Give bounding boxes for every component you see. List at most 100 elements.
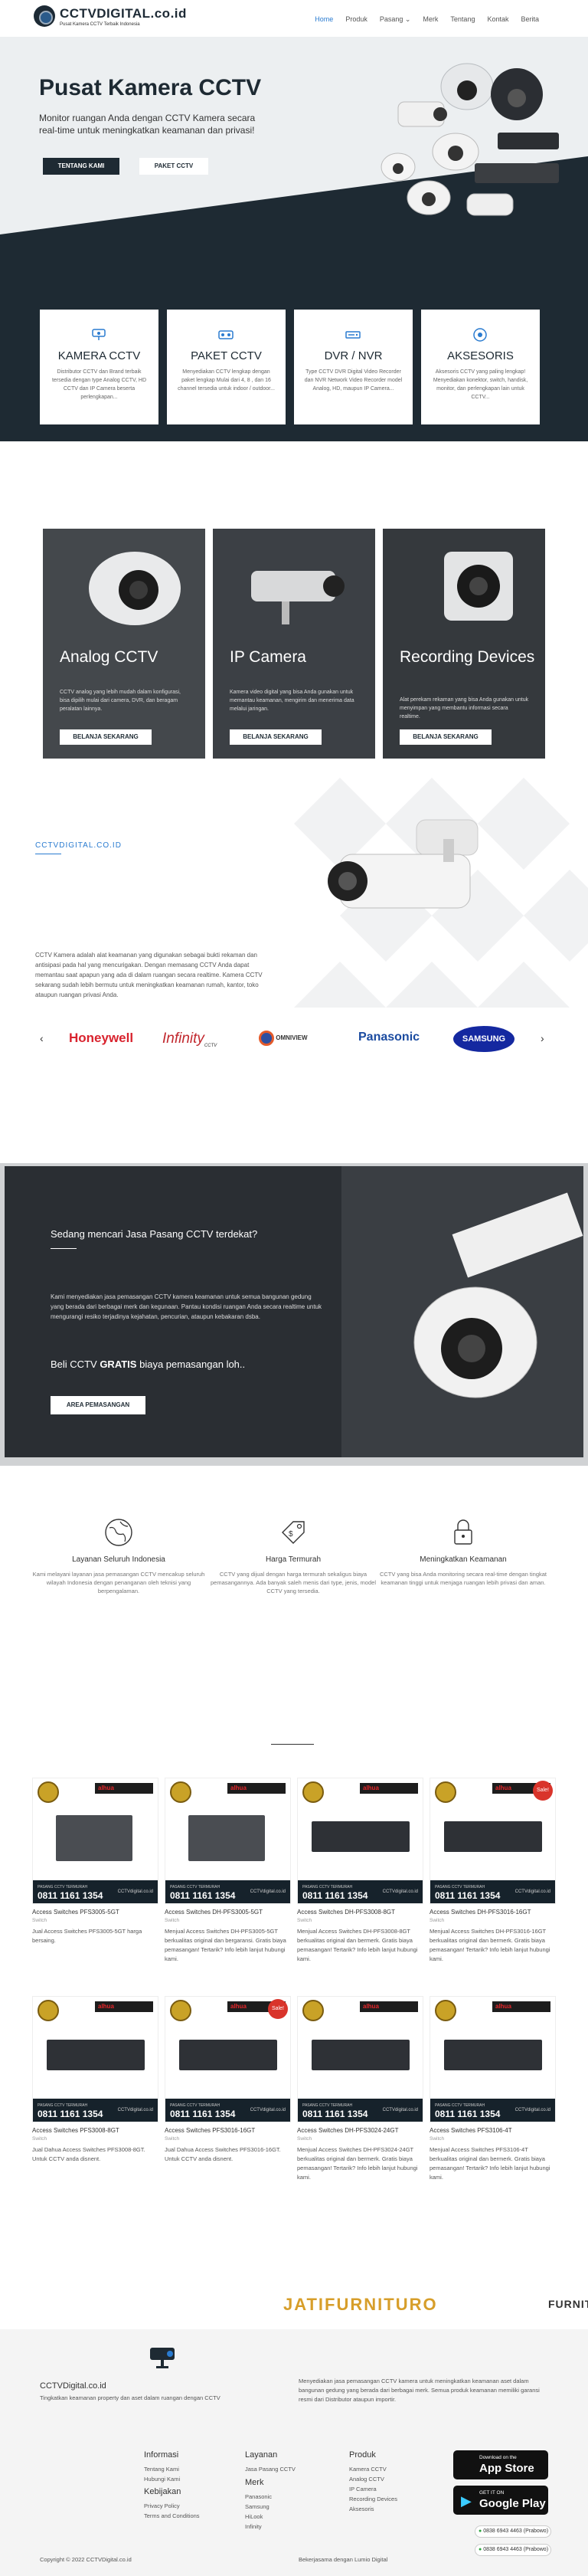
footer-link[interactable]: Privacy Policy (144, 2501, 200, 2511)
category-card-paket[interactable]: PAKET CCTV Menyediakan CCTV lengkap deng… (167, 310, 286, 424)
product-category-ip[interactable]: IP Camera Kamera video digital yang bisa… (213, 529, 375, 759)
installation-banner: Sedang mencari Jasa Pasang CCTV terdekat… (0, 1163, 588, 1466)
nav-merk[interactable]: Merk (423, 15, 438, 24)
promo-website: CCTVdigital.co.id (250, 1889, 286, 1894)
product-name[interactable]: Access Switches DH-PFS3008-8GT (297, 1909, 423, 1916)
product-card[interactable]: alhua PASANG CCTV TERMURAH 0811 1161 1354 C… (165, 1996, 291, 2211)
promo-phone: 0811 1161 1354 (302, 1890, 368, 1901)
brand-omniview[interactable]: OMNIVIEW (259, 1031, 308, 1046)
footer-about: Menyediakan jasa pemasangan CCTV kamera … (299, 2378, 540, 2403)
partner-logo[interactable]: JATIFURNITURO (283, 2295, 438, 2315)
product-card[interactable]: alhua PASANG CCTV TERMURAH 0811 1161 1354 C… (297, 1778, 423, 1992)
product-card[interactable]: alhua PASANG CCTV TERMURAH 0811 1161 1354 C… (430, 1996, 556, 2211)
footer-link[interactable]: IP Camera (349, 2484, 397, 2494)
about-brand-label: CCTVDIGITAL.CO.ID (35, 841, 122, 850)
product-desc: Menjual Access Switches PFS3106-4T berku… (430, 2146, 550, 2181)
product-card[interactable]: alhua PASANG CCTV TERMURAH 0811 1161 1354 C… (297, 1996, 423, 2211)
promo-tagline: PASANG CCTV TERMURAH (38, 2103, 88, 2108)
paket-cctv-button[interactable]: PAKET CCTV (139, 158, 208, 175)
shop-now-button[interactable]: BELANJA SEKARANG (60, 729, 152, 745)
shop-now-button[interactable]: BELANJA SEKARANG (400, 729, 492, 745)
product-desc: Menjual Access Switches DH-PFS3005-5GT b… (165, 1928, 286, 1962)
footer-link[interactable]: Samsung (245, 2502, 272, 2512)
product-image[interactable]: alhua PASANG CCTV TERMURAH 0811 1161 1354 C… (430, 1996, 556, 2122)
product-image[interactable]: alhua PASANG CCTV TERMURAH 0811 1161 1354 C… (32, 1778, 158, 1904)
app-store-button[interactable]: Download on the App Store (453, 2450, 548, 2479)
nav-berita[interactable]: Berita (521, 15, 539, 24)
google-play-button[interactable]: ▶ GET IT ON Google Play (453, 2486, 548, 2515)
product-name[interactable]: Access Switches PFS3008-8GT (32, 2127, 158, 2134)
product-image[interactable]: alhua PASANG CCTV TERMURAH 0811 1161 1354 C… (165, 1778, 291, 1904)
footer-link[interactable]: Infinity (245, 2522, 272, 2532)
product-category: Switch (430, 2136, 445, 2142)
product-image[interactable]: alhua PASANG CCTV TERMURAH 0811 1161 1354 C… (297, 1996, 423, 2122)
category-card-aksesoris[interactable]: AKSESORIS Aksesoris CCTV yang paling len… (421, 310, 540, 424)
brand-infinity-suffix: CCTV (204, 1043, 217, 1048)
brand-honeywell[interactable]: Honeywell (69, 1031, 133, 1046)
copyright: Copyright © 2022 CCTVDigital.co.id (40, 2556, 132, 2563)
whatsapp-contact-2[interactable]: ● 0838 6943 4463 (Prabowo) (475, 2544, 551, 2556)
product-name[interactable]: Access Switches PFS3005-5GT (32, 1909, 158, 1916)
footer-col-title: Merk (245, 2478, 264, 2487)
tentang-kami-button[interactable]: TENTANG KAMI (43, 158, 119, 175)
free-suffix: biaya pemasangan loh.. (139, 1358, 246, 1370)
carousel-prev-icon[interactable]: ‹ (40, 1032, 44, 1044)
product-name[interactable]: Access Switches PFS3106-4T (430, 2127, 556, 2134)
footer-link[interactable]: Tentang Kami (144, 2464, 180, 2474)
ip-camera-image (251, 571, 345, 624)
nav-pasang[interactable]: Pasang ⌄ (380, 15, 411, 24)
nav-produk[interactable]: Produk (345, 15, 368, 24)
category-card-dvr[interactable]: DVR / NVR Type CCTV DVR Digital Video Re… (294, 310, 413, 424)
product-category-recording[interactable]: Recording Devices Alat perekam rekaman y… (383, 529, 545, 759)
area-pemasangan-button[interactable]: AREA PEMASANGAN (51, 1396, 145, 1414)
brand-samsung[interactable]: SAMSUNG (453, 1026, 514, 1052)
product-name[interactable]: Access Switches DH-PFS3005-5GT (165, 1909, 291, 1916)
partner-logo-repeat[interactable]: FURNITI (548, 2298, 588, 2310)
promo-phone: 0811 1161 1354 (170, 1890, 236, 1901)
product-name[interactable]: Access Switches DH-PFS3016-16GT (430, 1909, 556, 1916)
footer-link[interactable]: Recording Devices (349, 2494, 397, 2504)
product-category-desc: Kamera video digital yang bisa Anda guna… (230, 690, 354, 712)
nav-tentang[interactable]: Tentang (450, 15, 475, 24)
product-image[interactable]: alhua PASANG CCTV TERMURAH 0811 1161 1354 C… (297, 1778, 423, 1904)
product-card[interactable]: alhua PASANG CCTV TERMURAH 0811 1161 1354 C… (430, 1778, 556, 1992)
promo-phone: 0811 1161 1354 (302, 2109, 368, 2119)
price-tag-icon: $ (282, 1521, 305, 1544)
footer-link[interactable]: Analog CCTV (349, 2474, 397, 2484)
category-card-kamera[interactable]: KAMERA CCTV Distributor CCTV dan Brand t… (40, 310, 158, 424)
section-divider (271, 1744, 314, 1745)
cctv-camera-icon (92, 329, 106, 340)
product-category: Switch (165, 2136, 180, 2142)
footer-link[interactable]: Hubungi Kami (144, 2474, 180, 2484)
product-category-analog[interactable]: Analog CCTV CCTV analog yang lebih mudah… (43, 529, 205, 759)
network-switch-image (444, 1821, 542, 1852)
footer-link[interactable]: Panasonic (245, 2492, 272, 2502)
product-category-section: Analog CCTV CCTV analog yang lebih mudah… (0, 529, 588, 759)
product-card[interactable]: alhua PASANG CCTV TERMURAH 0811 1161 1354 C… (165, 1778, 291, 1992)
promo-tagline: PASANG CCTV TERMURAH (170, 1885, 220, 1889)
footer-link[interactable]: HiLook (245, 2512, 272, 2522)
whatsapp-icon: ● (479, 2547, 482, 2552)
brand-panasonic[interactable]: Panasonic (358, 1031, 420, 1044)
product-card[interactable]: alhua PASANG CCTV TERMURAH 0811 1161 1354 C… (32, 1996, 158, 2211)
network-switch-image (188, 1815, 265, 1861)
features-section: Layanan Seluruh Indonesia Kami melayani … (0, 1502, 588, 1663)
installation-banner-panel: Sedang mencari Jasa Pasang CCTV terdekat… (5, 1166, 583, 1457)
shop-now-button[interactable]: BELANJA SEKARANG (230, 729, 322, 745)
product-category: Switch (32, 1918, 47, 1923)
play-icon: ▶ (461, 2493, 472, 2509)
product-image[interactable]: alhua PASANG CCTV TERMURAH 0811 1161 1354 C… (32, 1996, 158, 2122)
footer-link[interactable]: Jasa Pasang CCTV (245, 2464, 296, 2474)
carousel-next-icon[interactable]: › (541, 1032, 544, 1044)
footer-link[interactable]: Aksesoris (349, 2504, 397, 2514)
whatsapp-contact-1[interactable]: ● 0838 6943 4463 (Prabowo) (475, 2525, 551, 2538)
product-name[interactable]: Access Switches DH-PFS3024-24GT (297, 2127, 423, 2134)
footer-link[interactable]: Terms and Conditions (144, 2511, 200, 2521)
brand-infinity[interactable]: InfinityCCTV (162, 1031, 217, 1048)
product-card[interactable]: alhua PASANG CCTV TERMURAH 0811 1161 1354 C… (32, 1778, 158, 1992)
footer-link[interactable]: Kamera CCTV (349, 2464, 397, 2474)
product-name[interactable]: Access Switches PFS3016-16GT (165, 2127, 291, 2134)
product-category: Switch (297, 1918, 312, 1923)
nav-kontak[interactable]: Kontak (487, 15, 508, 24)
nav-home[interactable]: Home (315, 15, 333, 24)
